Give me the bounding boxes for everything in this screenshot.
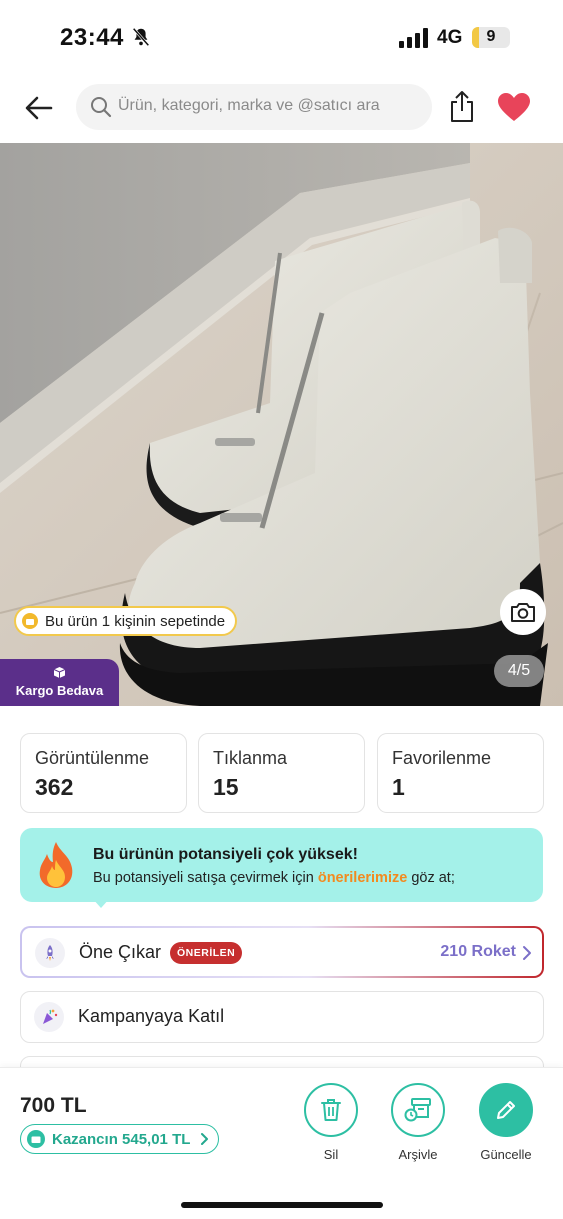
box-icon [53, 667, 66, 678]
update-button[interactable]: Güncelle [466, 1083, 546, 1162]
stat-card-views: Görüntülenme 362 [20, 733, 187, 813]
potential-desc-after: göz at; [407, 870, 455, 886]
signal-icon [399, 28, 428, 48]
update-label: Güncelle [480, 1147, 532, 1162]
status-bar: 23:44 4G 9 [0, 0, 563, 76]
campaign-option[interactable]: Kampanyaya Katıl [20, 991, 544, 1043]
share-icon[interactable] [448, 90, 476, 124]
rocket-price: 210 Roket [440, 943, 516, 960]
delete-button-circle[interactable] [304, 1083, 358, 1137]
stat-card-clicks: Tıklanma 15 [198, 733, 365, 813]
update-button-circle[interactable] [479, 1083, 533, 1137]
heart-icon[interactable] [497, 92, 531, 122]
basket-count-text: Bu ürün 1 kişinin sepetinde [45, 612, 226, 630]
stat-label: Favorilenme [392, 748, 492, 768]
stat-value: 15 [213, 774, 239, 800]
free-shipping-label: Kargo Bedava [15, 683, 104, 698]
basket-icon [22, 613, 38, 629]
chevron-right-icon [201, 1133, 209, 1145]
product-image[interactable]: Bu ürün 1 kişinin sepetinde 4/5 Kargo Be… [0, 143, 563, 706]
free-shipping-badge: Kargo Bedava [0, 659, 119, 706]
search-placeholder: Ürün, kategori, marka ve @satıcı ara [118, 97, 380, 114]
trash-icon [321, 1099, 341, 1121]
product-price: 700 TL [20, 1094, 87, 1117]
potential-desc-before: Bu potansiyeli satışa çevirmek için [93, 870, 318, 886]
stat-label: Görüntülenme [35, 748, 150, 768]
stat-value: 362 [35, 774, 74, 800]
archive-label: Arşivle [398, 1147, 438, 1162]
network-label: 4G [437, 27, 463, 48]
search-input[interactable]: Ürün, kategori, marka ve @satıcı ara [76, 84, 432, 130]
stat-value: 1 [392, 774, 405, 800]
campaign-label: Kampanyaya Katıl [78, 1006, 225, 1026]
potential-title: Bu ürünün potansiyeli çok yüksek! [93, 846, 358, 863]
pencil-icon [497, 1101, 515, 1119]
banner-pointer [92, 898, 110, 908]
chevron-right-icon [523, 946, 531, 960]
rocket-icon [35, 938, 65, 968]
promote-label: Öne Çıkar [79, 942, 162, 962]
battery-label: 9 [486, 28, 496, 45]
bottom-action-bar: 700 TL Kazancın 545,01 TL Sil Arşivle Gü… [0, 1067, 563, 1219]
image-page-indicator: 4/5 [494, 655, 544, 687]
wallet-icon [27, 1130, 45, 1148]
camera-icon [511, 603, 535, 622]
potential-description: Bu potansiyeli satışa çevirmek için öner… [93, 870, 455, 886]
status-time: 23:44 [60, 24, 124, 51]
stat-card-favorites: Favorilenme 1 [377, 733, 544, 813]
promote-option[interactable]: Öne Çıkar ÖNERİLEN 210 Roket [20, 926, 544, 978]
delete-button[interactable]: Sil [291, 1083, 371, 1162]
recommended-badge: ÖNERİLEN [170, 942, 243, 964]
confetti-icon [34, 1002, 64, 1032]
search-icon [91, 97, 112, 118]
bell-slash-icon [132, 27, 150, 47]
camera-button[interactable] [500, 589, 546, 635]
archive-button-circle[interactable] [391, 1083, 445, 1137]
recommendations-link[interactable]: önerilerimize [318, 870, 407, 886]
delete-label: Sil [323, 1147, 339, 1162]
stat-label: Tıklanma [213, 748, 288, 768]
fire-icon [39, 842, 73, 888]
potential-banner: Bu ürünün potansiyeli çok yüksek! Bu pot… [20, 828, 543, 902]
archive-icon [404, 1098, 431, 1122]
earning-text: Kazancın 545,01 TL [52, 1130, 191, 1148]
archive-button[interactable]: Arşivle [378, 1083, 458, 1162]
basket-count-badge: Bu ürün 1 kişinin sepetinde [14, 606, 238, 636]
home-indicator [181, 1202, 383, 1208]
back-arrow-icon[interactable] [24, 93, 54, 123]
battery-indicator: 9 [472, 27, 510, 48]
earning-pill[interactable]: Kazancın 545,01 TL [20, 1124, 220, 1154]
